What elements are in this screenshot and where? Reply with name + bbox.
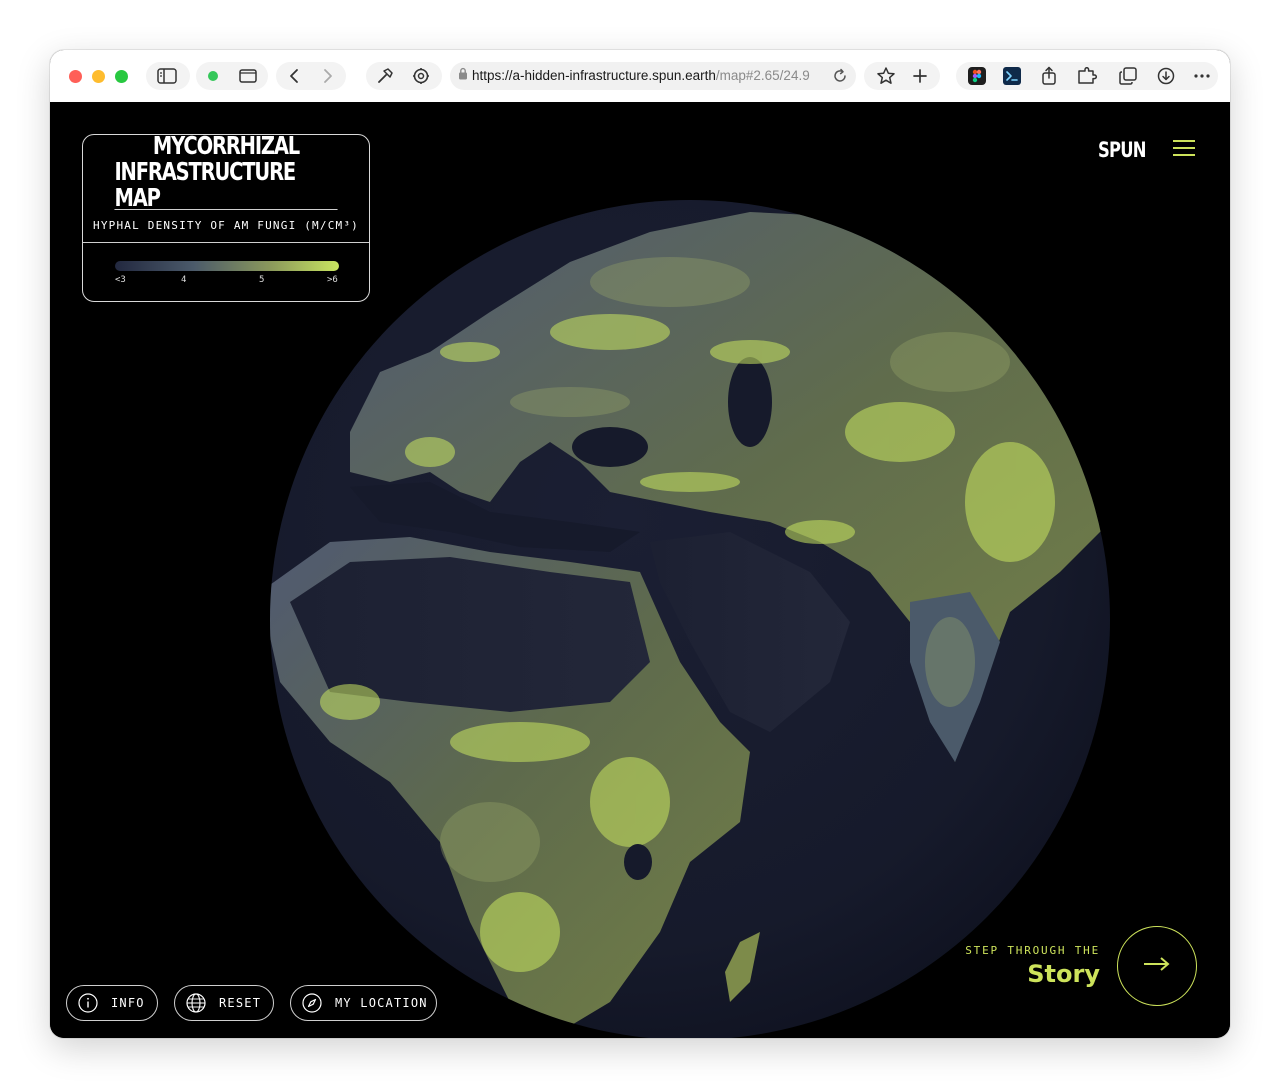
map-title-line1: MYCORRHIZAL [152,131,300,160]
sidebar-icon[interactable] [155,64,179,88]
share-icon[interactable] [1037,64,1061,88]
reset-label: RESET [219,996,262,1010]
legend-tick: >6 [327,275,338,285]
tabs-icon[interactable] [1116,64,1140,88]
legend-panel: MYCORRHIZAL INFRASTRUCTURE MAP HYPHAL DE… [82,131,370,302]
black-sea [572,427,648,467]
story-title[interactable]: Story [1027,960,1100,988]
info-icon [77,992,99,1014]
info-label: INFO [111,996,145,1010]
info-button[interactable]: INFO [66,985,158,1021]
zoom-window-button[interactable] [115,70,128,83]
terminal-icon[interactable] [1000,64,1024,88]
reset-button[interactable]: RESET [174,985,274,1021]
legend-tick: <3 [115,275,126,285]
arrow-right-icon [1142,956,1172,976]
close-window-button[interactable] [69,70,82,83]
legend-ticks: <3 4 5 >6 [109,275,345,287]
url-host: https://a-hidden-infrastructure.spun.ear… [472,68,716,83]
more-icon[interactable] [1190,64,1214,88]
hamburger-icon[interactable] [1173,140,1195,158]
story-next-button[interactable] [1117,926,1197,1006]
settings-icon[interactable] [409,64,433,88]
my-location-label: MY LOCATION [335,996,428,1010]
tab-overview-icon[interactable] [236,64,260,88]
hammer-icon[interactable] [373,64,397,88]
active-tab-dot-icon [201,64,225,88]
back-icon[interactable] [282,64,306,88]
figma-icon[interactable] [965,64,989,88]
caspian-sea [728,357,772,447]
lock-icon [458,62,472,90]
brand-logo[interactable]: SPUN [1098,138,1146,162]
legend-subtitle: HYPHAL DENSITY OF AM FUNGI (M/CM³) [83,210,369,243]
my-location-button[interactable]: MY LOCATION [290,985,437,1021]
legend-tick: 4 [181,275,187,285]
lake-victoria [624,844,652,880]
extension-icon[interactable] [1076,64,1100,88]
map-title: MYCORRHIZAL INFRASTRUCTURE MAP [114,131,338,212]
minimize-window-button[interactable] [92,70,105,83]
star-icon[interactable] [874,64,898,88]
legend-gradient-bar [115,261,339,271]
reload-icon[interactable] [828,64,852,88]
story-kicker: STEP THROUGH THE [965,944,1100,957]
browser-window: https://a-hidden-infrastructure.spun.ear… [50,50,1230,1038]
legend-tick: 5 [259,275,265,285]
map-viewport[interactable]: MYCORRHIZAL INFRASTRUCTURE MAP HYPHAL DE… [50,102,1230,1038]
address-bar[interactable]: https://a-hidden-infrastructure.spun.ear… [450,62,856,90]
map-title-line2: INFRASTRUCTURE MAP [114,157,296,212]
new-tab-icon[interactable] [908,64,932,88]
url-path: /map#2.65/24.9 [715,68,810,83]
browser-toolbar: https://a-hidden-infrastructure.spun.ear… [50,50,1230,103]
forward-icon[interactable] [316,64,340,88]
download-icon[interactable] [1154,64,1178,88]
globe-icon [185,992,207,1014]
compass-icon [301,992,323,1014]
